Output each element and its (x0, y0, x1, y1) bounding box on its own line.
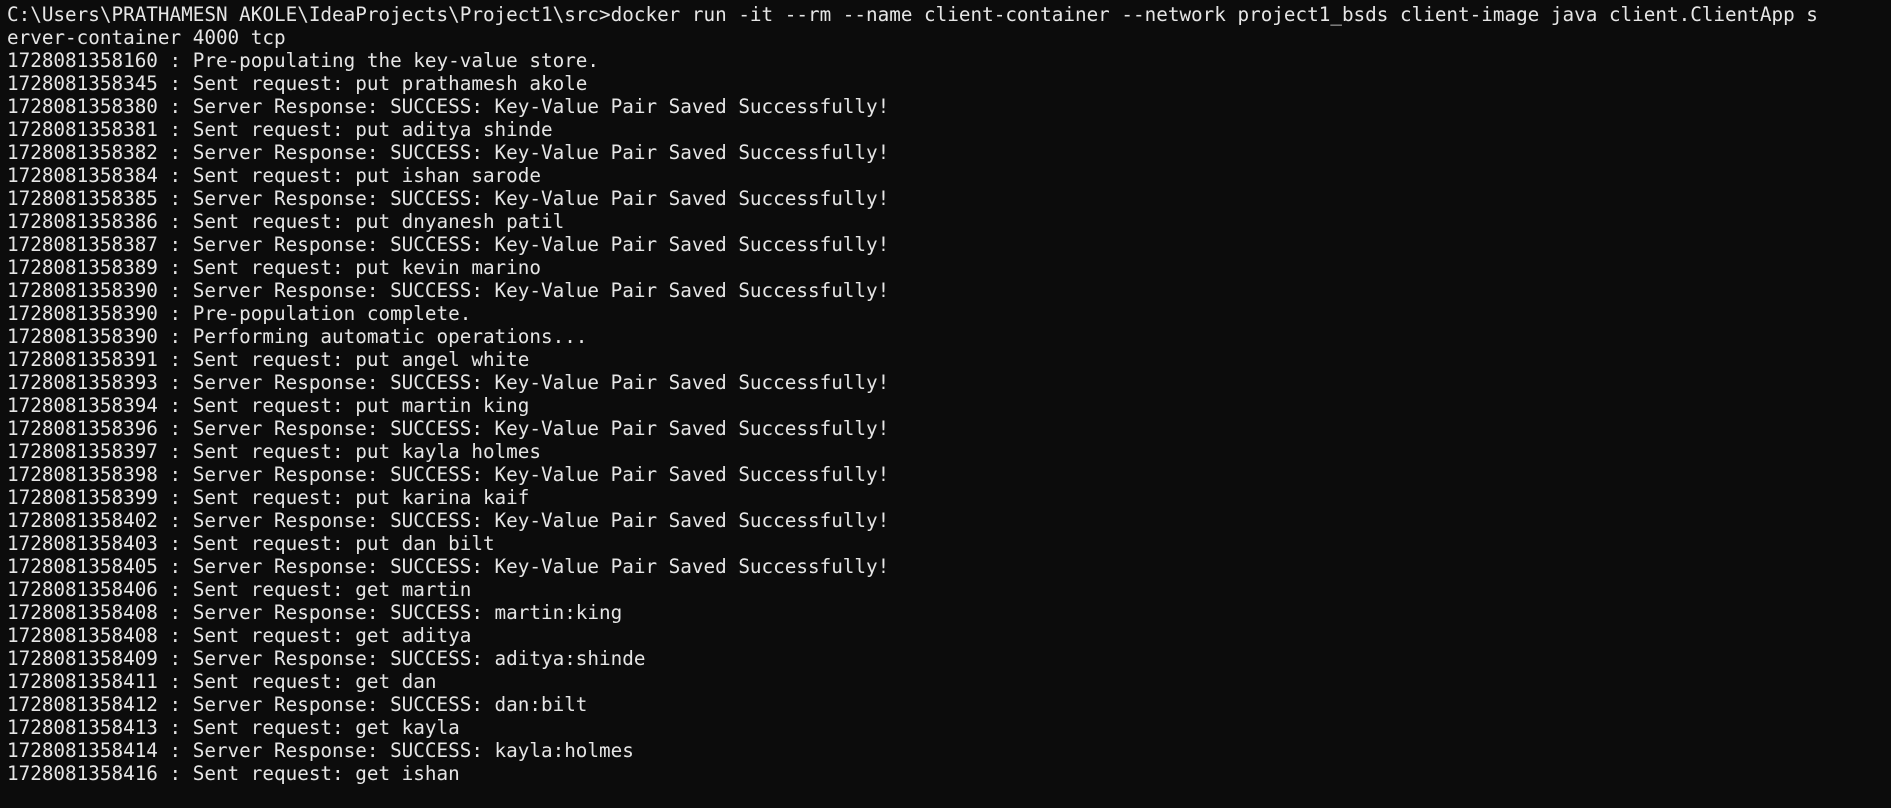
terminal-output-line: 1728081358389 : Sent request: put kevin … (7, 256, 541, 279)
terminal-output-line: 1728081358397 : Sent request: put kayla … (7, 440, 541, 463)
terminal-output-line: 1728081358412 : Server Response: SUCCESS… (7, 693, 588, 716)
command-line-continuation: erver-container 4000 tcp (7, 26, 286, 49)
terminal-output-line: 1728081358394 : Sent request: put martin… (7, 394, 530, 417)
terminal-output-line: 1728081358413 : Sent request: get kayla (7, 716, 460, 739)
terminal-output-line: 1728081358160 : Pre-populating the key-v… (7, 49, 600, 72)
terminal-output-line: 1728081358408 : Server Response: SUCCESS… (7, 601, 623, 624)
terminal-output-line: 1728081358384 : Sent request: put ishan … (7, 164, 541, 187)
terminal-output-line: 1728081358414 : Server Response: SUCCESS… (7, 739, 634, 762)
terminal-output-line: 1728081358405 : Server Response: SUCCESS… (7, 555, 890, 578)
terminal-output-line: 1728081358406 : Sent request: get martin (7, 578, 472, 601)
terminal-output-line: 1728081358387 : Server Response: SUCCESS… (7, 233, 890, 256)
command-line: C:\Users\PRATHAMESN AKOLE\IdeaProjects\P… (7, 3, 1818, 26)
terminal-output-line: 1728081358402 : Server Response: SUCCESS… (7, 509, 890, 532)
terminal-output: 1728081358160 : Pre-populating the key-v… (7, 49, 1891, 785)
terminal-output-line: 1728081358385 : Server Response: SUCCESS… (7, 187, 890, 210)
terminal-output-line: 1728081358390 : Server Response: SUCCESS… (7, 279, 890, 302)
terminal-output-line: 1728081358380 : Server Response: SUCCESS… (7, 95, 890, 118)
terminal-output-line: 1728081358409 : Server Response: SUCCESS… (7, 647, 646, 670)
terminal-output-line: 1728081358390 : Performing automatic ope… (7, 325, 588, 348)
terminal-output-line: 1728081358391 : Sent request: put angel … (7, 348, 530, 371)
terminal-output-line: 1728081358403 : Sent request: put dan bi… (7, 532, 495, 555)
terminal-output-line: 1728081358345 : Sent request: put pratha… (7, 72, 588, 95)
terminal-output-line: 1728081358386 : Sent request: put dnyane… (7, 210, 565, 233)
terminal-output-line: 1728081358393 : Server Response: SUCCESS… (7, 371, 890, 394)
terminal-output-line: 1728081358411 : Sent request: get dan (7, 670, 437, 693)
terminal-output-line: 1728081358396 : Server Response: SUCCESS… (7, 417, 890, 440)
terminal-output-line: 1728081358416 : Sent request: get ishan (7, 762, 460, 785)
terminal-window[interactable]: C:\Users\PRATHAMESN AKOLE\IdeaProjects\P… (0, 0, 1891, 808)
terminal-output-line: 1728081358408 : Sent request: get aditya (7, 624, 472, 647)
terminal-output-line: 1728081358399 : Sent request: put karina… (7, 486, 530, 509)
terminal-output-line: 1728081358381 : Sent request: put aditya… (7, 118, 553, 141)
terminal-output-line: 1728081358398 : Server Response: SUCCESS… (7, 463, 890, 486)
terminal-output-line: 1728081358390 : Pre-population complete. (7, 302, 472, 325)
terminal-output-line: 1728081358382 : Server Response: SUCCESS… (7, 141, 890, 164)
